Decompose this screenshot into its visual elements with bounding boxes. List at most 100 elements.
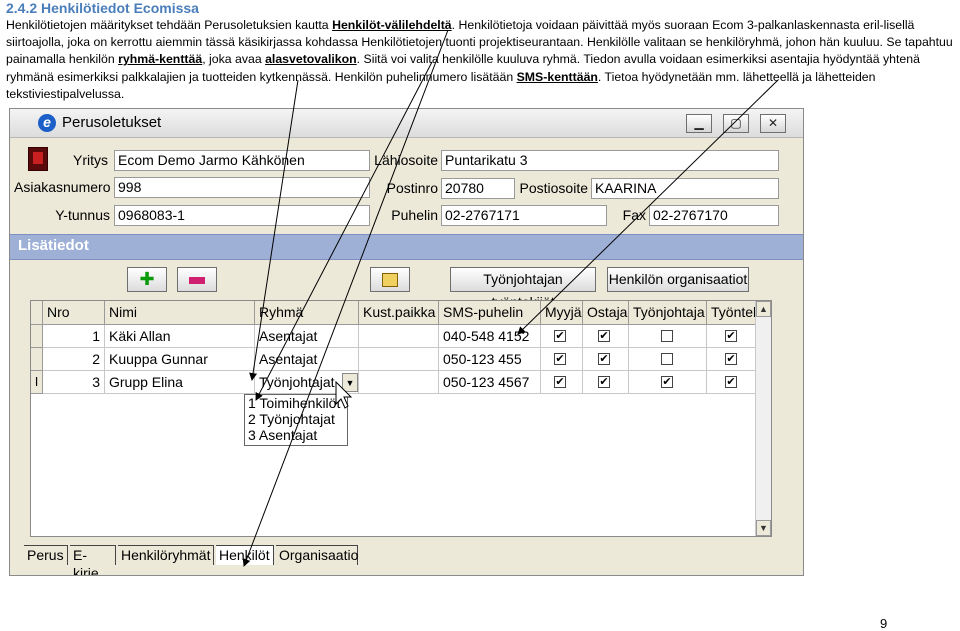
tyontekija-checkbox[interactable]: ✔ — [725, 330, 737, 342]
cell-tyontekija: ✔ — [707, 348, 757, 371]
cell-nro[interactable]: 3 — [43, 371, 105, 394]
ostaja-checkbox[interactable]: ✔ — [598, 376, 610, 388]
ytunnus-label: Y-tunnus — [55, 207, 110, 223]
yritys-label: Yritys — [73, 152, 108, 168]
cell-ryhma[interactable]: Asentajat — [255, 325, 359, 348]
cell-tyontekija: ✔ — [707, 371, 757, 394]
minimize-button[interactable]: ▁ — [686, 114, 712, 133]
link-alasvetovalikko: alasvetovalikon — [265, 52, 357, 67]
page-number: 9 — [880, 616, 888, 631]
tyonjohtaja-checkbox[interactable] — [661, 353, 673, 365]
add-row-button[interactable]: ✚ — [127, 267, 167, 292]
cell-tyonjohtaja — [629, 348, 707, 371]
link-sms-kentta: SMS-kenttään — [516, 69, 598, 84]
scroll-up-icon[interactable]: ▲ — [756, 301, 771, 317]
cell-sms[interactable]: 040-548 4152 — [439, 325, 541, 348]
yritys-field[interactable]: Ecom Demo Jarmo Kähkönen — [114, 150, 370, 171]
cell-myyja: ✔ — [541, 371, 583, 394]
postiosoite-label: Postiosoite — [519, 180, 588, 196]
column-header-sms[interactable]: SMS-puhelin — [439, 301, 541, 325]
myyja-checkbox[interactable]: ✔ — [554, 376, 566, 388]
cell-myyja: ✔ — [541, 325, 583, 348]
postiosoite-field[interactable]: KAARINA — [591, 178, 779, 199]
tyontekija-checkbox[interactable]: ✔ — [725, 353, 737, 365]
maximize-button[interactable]: ▢ — [723, 114, 749, 133]
cell-ostaja: ✔ — [583, 348, 629, 371]
scroll-down-icon[interactable]: ▼ — [756, 520, 771, 536]
cell-nimi[interactable]: Käki Allan — [105, 325, 255, 348]
myyja-checkbox[interactable]: ✔ — [554, 330, 566, 342]
postinro-field[interactable]: 20780 — [441, 178, 515, 199]
chevron-down-icon[interactable]: ▼ — [342, 373, 358, 392]
henkilon-organisaatiot-button[interactable]: Henkilön organisaatiot — [607, 267, 749, 292]
vertical-scrollbar[interactable]: ▲ ▼ — [755, 301, 771, 536]
dropdown-option[interactable]: 3 Asentajat — [245, 427, 347, 443]
minus-icon — [189, 276, 205, 284]
exit-door-icon[interactable] — [28, 147, 48, 171]
ostaja-checkbox[interactable]: ✔ — [598, 353, 610, 365]
app-logo-icon: e — [38, 114, 56, 132]
tab-organisaatio[interactable]: Organisaatio — [276, 545, 358, 565]
cell-sms[interactable]: 050-123 4567 — [439, 371, 541, 394]
cell-kustpaikka[interactable] — [359, 325, 439, 348]
dropdown-option[interactable]: 2 Työnjohtajat — [245, 411, 347, 427]
cell-nimi[interactable]: Grupp Elina — [105, 371, 255, 394]
cell-kustpaikka[interactable] — [359, 371, 439, 394]
tab-perus[interactable]: Perus — [24, 545, 68, 565]
asiakasnumero-label: Asiakasnumero — [14, 179, 111, 195]
section-title: Lisätiedot — [18, 237, 89, 254]
column-header-nimi[interactable]: Nimi — [105, 301, 255, 325]
tab-henkiloryhmat[interactable]: Henkilöryhmät — [118, 545, 214, 565]
cell-nimi[interactable]: Kuuppa Gunnar — [105, 348, 255, 371]
row-selector[interactable] — [31, 325, 43, 348]
ryhma-dropdown-list: 1 Toimihenkilöt 2 Työnjohtajat 3 Asentaj… — [244, 394, 348, 446]
body-paragraph: Henkilötietojen määritykset tehdään Peru… — [6, 17, 956, 103]
column-header-ostaja[interactable]: Ostaja — [583, 301, 629, 325]
cell-nro[interactable]: 1 — [43, 325, 105, 348]
remove-row-button[interactable] — [177, 267, 217, 292]
tab-ekirje[interactable]: E-kirje — [70, 545, 116, 575]
asiakasnumero-field[interactable]: 998 — [114, 177, 370, 198]
row-header-corner — [31, 301, 43, 325]
ostaja-checkbox[interactable]: ✔ — [598, 330, 610, 342]
cell-ostaja: ✔ — [583, 371, 629, 394]
cell-sms[interactable]: 050-123 455 — [439, 348, 541, 371]
puhelin-field[interactable]: 02-2767171 — [441, 205, 607, 226]
text-run: Henkilötietojen määritykset tehdään Peru… — [6, 18, 333, 32]
puhelin-label: Puhelin — [391, 207, 438, 223]
text-run: , joka avaa — [202, 52, 266, 67]
ytunnus-field[interactable]: 0968083-1 — [114, 205, 370, 226]
tyonjohtaja-checkbox[interactable]: ✔ — [661, 376, 673, 388]
cell-tyonjohtaja: ✔ — [629, 371, 707, 394]
henkilot-grid: Nro Nimi Ryhmä Kust.paikka SMS-puhelin M… — [30, 300, 772, 537]
copy-button[interactable] — [370, 267, 410, 292]
column-header-tyonjohtaja[interactable]: Työnjohtaja — [629, 301, 707, 325]
tyonjohtaja-checkbox[interactable] — [661, 330, 673, 342]
column-header-tyontekija[interactable]: Työntekijä — [707, 301, 757, 325]
cell-nro[interactable]: 2 — [43, 348, 105, 371]
section-heading: 2.4.2 Henkilötiedot Ecomissa — [6, 0, 199, 16]
lahiosoite-field[interactable]: Puntarikatu 3 — [441, 150, 779, 171]
dropdown-option[interactable]: 1 Toimihenkilöt — [245, 395, 347, 411]
column-header-kustpaikka[interactable]: Kust.paikka — [359, 301, 439, 325]
row-selector[interactable] — [31, 348, 43, 371]
column-header-nro[interactable]: Nro — [43, 301, 105, 325]
window-title: Perusoletukset — [62, 114, 162, 131]
myyja-checkbox[interactable]: ✔ — [554, 353, 566, 365]
cell-ryhma[interactable]: Asentajat — [255, 348, 359, 371]
current-row-indicator[interactable]: I — [31, 371, 43, 394]
tyonjohtajan-tyontekijat-button[interactable]: Työnjohtajan työntekijät — [450, 267, 596, 310]
link-ryhma-kentta: ryhmä-kenttää — [118, 52, 203, 67]
column-header-ryhma[interactable]: Ryhmä — [255, 301, 359, 325]
column-header-myyja[interactable]: Myyjä — [541, 301, 583, 325]
tab-henkilot[interactable]: Henkilöt — [216, 545, 274, 565]
cell-kustpaikka[interactable] — [359, 348, 439, 371]
close-button[interactable]: ✕ — [760, 114, 786, 133]
tyontekija-checkbox[interactable]: ✔ — [725, 376, 737, 388]
cell-tyonjohtaja — [629, 325, 707, 348]
cell-tyontekija: ✔ — [707, 325, 757, 348]
fax-field[interactable]: 02-2767170 — [649, 205, 779, 226]
perusoletukset-window: e Perusoletukset ▁ ▢ ✕ Yritys Ecom Demo … — [9, 108, 804, 576]
plus-icon: ✚ — [139, 269, 155, 289]
title-bar: e Perusoletukset ▁ ▢ ✕ — [10, 109, 803, 138]
